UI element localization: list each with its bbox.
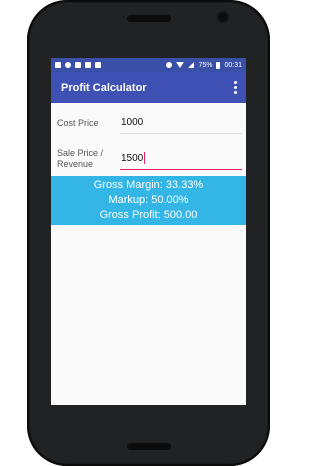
cost-price-label: Cost Price [57, 117, 99, 128]
device-screen: 75% 00:31 Profit Calculator Cost Price 1… [51, 58, 246, 405]
clock: 00:31 [224, 61, 242, 69]
front-camera [217, 11, 229, 23]
alarm-icon [166, 62, 173, 68]
text-cursor [144, 152, 146, 164]
calculator-form: Cost Price 1000 Sale Price / Revenue 150… [51, 107, 246, 175]
sale-price-input[interactable]: 1500 [120, 148, 242, 170]
results-panel: Gross Margin: 33.33% Markup: 50.00% Gros… [51, 176, 246, 225]
notification-icons [55, 62, 101, 68]
gross-profit-result: Gross Profit: 500.00 [99, 209, 198, 221]
cost-price-row: Cost Price 1000 [57, 107, 246, 139]
cell-signal-icon [188, 62, 195, 68]
email-notification-icon [55, 62, 61, 68]
sale-price-row: Sale Price / Revenue 1500 [57, 142, 246, 175]
sale-price-label-line2: Revenue [57, 158, 94, 169]
sale-price-label: Sale Price / Revenue [57, 148, 120, 170]
message-notification-icon [75, 62, 81, 68]
cost-price-input[interactable]: 1000 [120, 112, 242, 134]
image-notification-icon [85, 62, 91, 68]
sync-notification-icon [65, 62, 71, 68]
app-title: Profit Calculator [61, 81, 147, 94]
download-notification-icon [95, 62, 101, 68]
markup-result: Markup: 50.00% [108, 194, 189, 206]
bottom-speaker [127, 443, 171, 450]
app-bar: Profit Calculator [51, 72, 246, 103]
battery-percent: 75% [198, 61, 213, 69]
battery-icon [216, 61, 221, 69]
status-bar: 75% 00:31 [51, 58, 246, 72]
sale-price-value: 1500 [121, 152, 144, 164]
earpiece-speaker [127, 15, 171, 22]
more-vert-icon[interactable] [230, 78, 240, 98]
system-icons: 75% 00:31 [166, 61, 242, 69]
cost-price-value: 1000 [121, 117, 144, 128]
gross-margin-result: Gross Margin: 33.33% [93, 179, 204, 191]
sale-price-label-line1: Sale Price / [57, 147, 104, 158]
wifi-icon [176, 62, 185, 68]
